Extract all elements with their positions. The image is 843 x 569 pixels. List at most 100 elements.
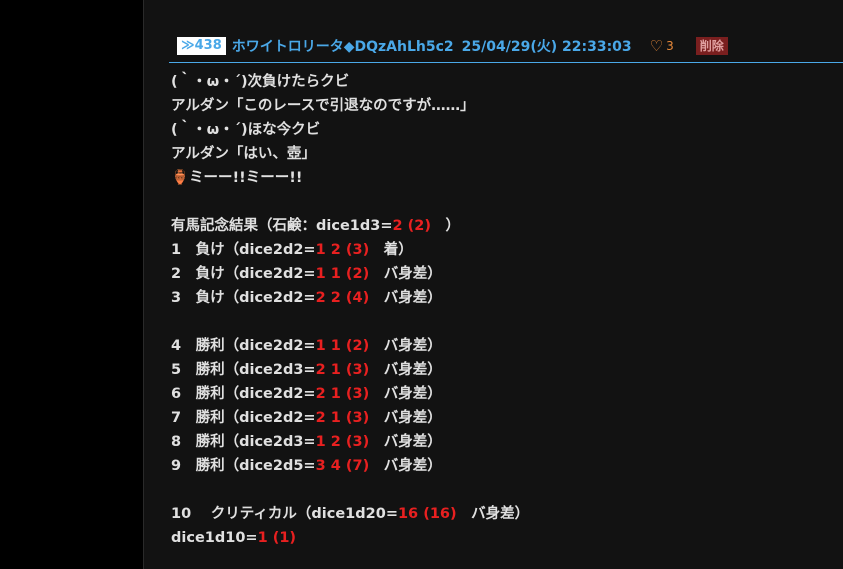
row-gap: [181, 458, 196, 474]
final-dice-line: dice1d10=1 (1): [171, 526, 831, 550]
row-paren: （: [224, 290, 240, 306]
row-number: 5: [171, 362, 182, 378]
row-number: 8: [171, 434, 182, 450]
row-suffix: バ身差）: [383, 362, 442, 378]
dice-result: 1 2 (3): [315, 242, 370, 258]
row-gap: [369, 458, 384, 474]
dice-result: 16 (16): [397, 506, 457, 522]
row-label: 負け: [195, 266, 225, 282]
header-divider: [169, 62, 843, 63]
row-suffix: バ身差）: [383, 458, 442, 474]
result-row: 9 勝利（dice2d5=3 4 (7) バ身差）: [171, 454, 831, 478]
body-line: アルダン「はい、壺」: [171, 146, 316, 162]
heart-icon: ♡: [649, 36, 664, 55]
row-dice: dice2d2=: [239, 410, 316, 426]
row-suffix: バ身差）: [383, 434, 442, 450]
row-gap: [181, 362, 196, 378]
result-rows-lose: 1 負け（dice2d2=1 2 (3) 着） 2 負け（dice2d2=1 1 …: [171, 238, 831, 310]
body-text: ミーー!!ミーー!!: [189, 170, 303, 186]
row-label: 勝利: [195, 434, 225, 450]
row-gap: [181, 242, 196, 258]
result-row: 2 負け（dice2d2=1 1 (2) バ身差）: [171, 262, 831, 286]
dice-result: 2 1 (3): [315, 362, 370, 378]
row-paren: （: [224, 458, 240, 474]
row-gap: [369, 434, 384, 450]
post-number-link[interactable]: ≫438: [177, 37, 226, 55]
poster-name[interactable]: ホワイトロリータ◆DQzAhLh5c2: [232, 36, 454, 56]
body-line: アルダン「このレースで引退なのですが……」: [171, 98, 475, 114]
final-dice-expr: dice1d10=: [171, 530, 258, 546]
dice-result: 1 2 (3): [315, 434, 370, 450]
row-gap: [369, 410, 384, 426]
result-row: 6 勝利（dice2d2=2 1 (3) バ身差）: [171, 382, 831, 406]
row-paren: （: [224, 386, 240, 402]
row-paren: （: [224, 362, 240, 378]
body-line: (｀・ω・´)ほな今クビ: [171, 122, 321, 138]
row-gap: [369, 290, 384, 306]
row-gap: [181, 434, 196, 450]
result-row: 5 勝利（dice2d3=2 1 (3) バ身差）: [171, 358, 831, 382]
dice-result: 1 1 (2): [315, 338, 370, 354]
row-dice: dice2d2=: [239, 242, 316, 258]
row-gap: [369, 266, 384, 282]
row-label: クリティカル: [210, 506, 297, 522]
left-gutter: [0, 0, 143, 569]
row-number: 10: [171, 506, 192, 522]
result-row: 4 勝利（dice2d2=1 1 (2) バ身差）: [171, 334, 831, 358]
dice-result: 2 1 (3): [315, 386, 370, 402]
row-dice: dice2d5=: [239, 458, 316, 474]
row-gap: [457, 506, 472, 522]
result-row: 3 負け（dice2d2=2 2 (4) バ身差）: [171, 286, 831, 310]
row-suffix: バ身差）: [383, 266, 442, 282]
row-suffix: バ身差）: [383, 338, 442, 354]
row-paren: （: [296, 506, 312, 522]
result-row: 10 クリティカル（dice1d20=16 (16) バ身差）: [171, 502, 831, 526]
row-dice: dice2d2=: [239, 290, 316, 306]
row-number: 3: [171, 290, 182, 306]
row-paren: （: [224, 266, 240, 282]
row-dice: dice2d2=: [239, 266, 316, 282]
row-dice: dice1d20=: [311, 506, 398, 522]
like-button[interactable]: ♡ 3: [649, 36, 674, 55]
row-gap: [369, 242, 384, 258]
row-suffix: 着）: [383, 242, 413, 258]
post-body: (｀・ω・´)次負けたらクビ アルダン「このレースで引退なのですが……」 (｀・…: [171, 70, 831, 550]
row-number: 9: [171, 458, 182, 474]
row-label: 勝利: [195, 362, 225, 378]
row-paren: （: [224, 338, 240, 354]
body-line: (｀・ω・´)次負けたらクビ: [171, 74, 350, 90]
dice-result: 2 2 (4): [315, 290, 370, 306]
row-number: 7: [171, 410, 182, 426]
row-number: 4: [171, 338, 182, 354]
dice-result: 1 (1): [257, 530, 297, 546]
row-gap: [181, 266, 196, 282]
dice-result: 3 4 (7): [315, 458, 370, 474]
row-label: 勝利: [195, 386, 225, 402]
result-row: 1 負け（dice2d2=1 2 (3) 着）: [171, 238, 831, 262]
row-label: 勝利: [195, 458, 225, 474]
row-suffix: バ身差）: [383, 386, 442, 402]
row-number: 2: [171, 266, 182, 282]
row-dice: dice2d3=: [239, 362, 316, 378]
row-label: 勝利: [195, 338, 225, 354]
result-row: 7 勝利（dice2d2=2 1 (3) バ身差）: [171, 406, 831, 430]
urn-icon: 🏺: [171, 170, 190, 186]
row-dice: dice2d2=: [239, 386, 316, 402]
row-number: 1: [171, 242, 182, 258]
row-gap: [181, 386, 196, 402]
dice-result: 2 (2): [392, 218, 431, 234]
delete-button[interactable]: 削除: [695, 37, 728, 55]
result-suffix: ）: [430, 218, 460, 234]
row-suffix: バ身差）: [383, 410, 442, 426]
row-gap: [369, 362, 384, 378]
row-label: 負け: [195, 290, 225, 306]
post-date: 25/04/29(火) 22:33:03: [461, 39, 632, 55]
row-paren: （: [224, 434, 240, 450]
dice-result: 1 1 (2): [315, 266, 370, 282]
result-header: 有馬記念結果（石鹸：dice1d3=2 (2) ）: [171, 214, 831, 238]
row-gap: [181, 338, 196, 354]
row-gap: [191, 506, 211, 522]
post-panel: ≫438 ホワイトロリータ◆DQzAhLh5c2 25/04/29(火) 22:…: [143, 0, 843, 569]
row-suffix: バ身差）: [471, 506, 530, 522]
